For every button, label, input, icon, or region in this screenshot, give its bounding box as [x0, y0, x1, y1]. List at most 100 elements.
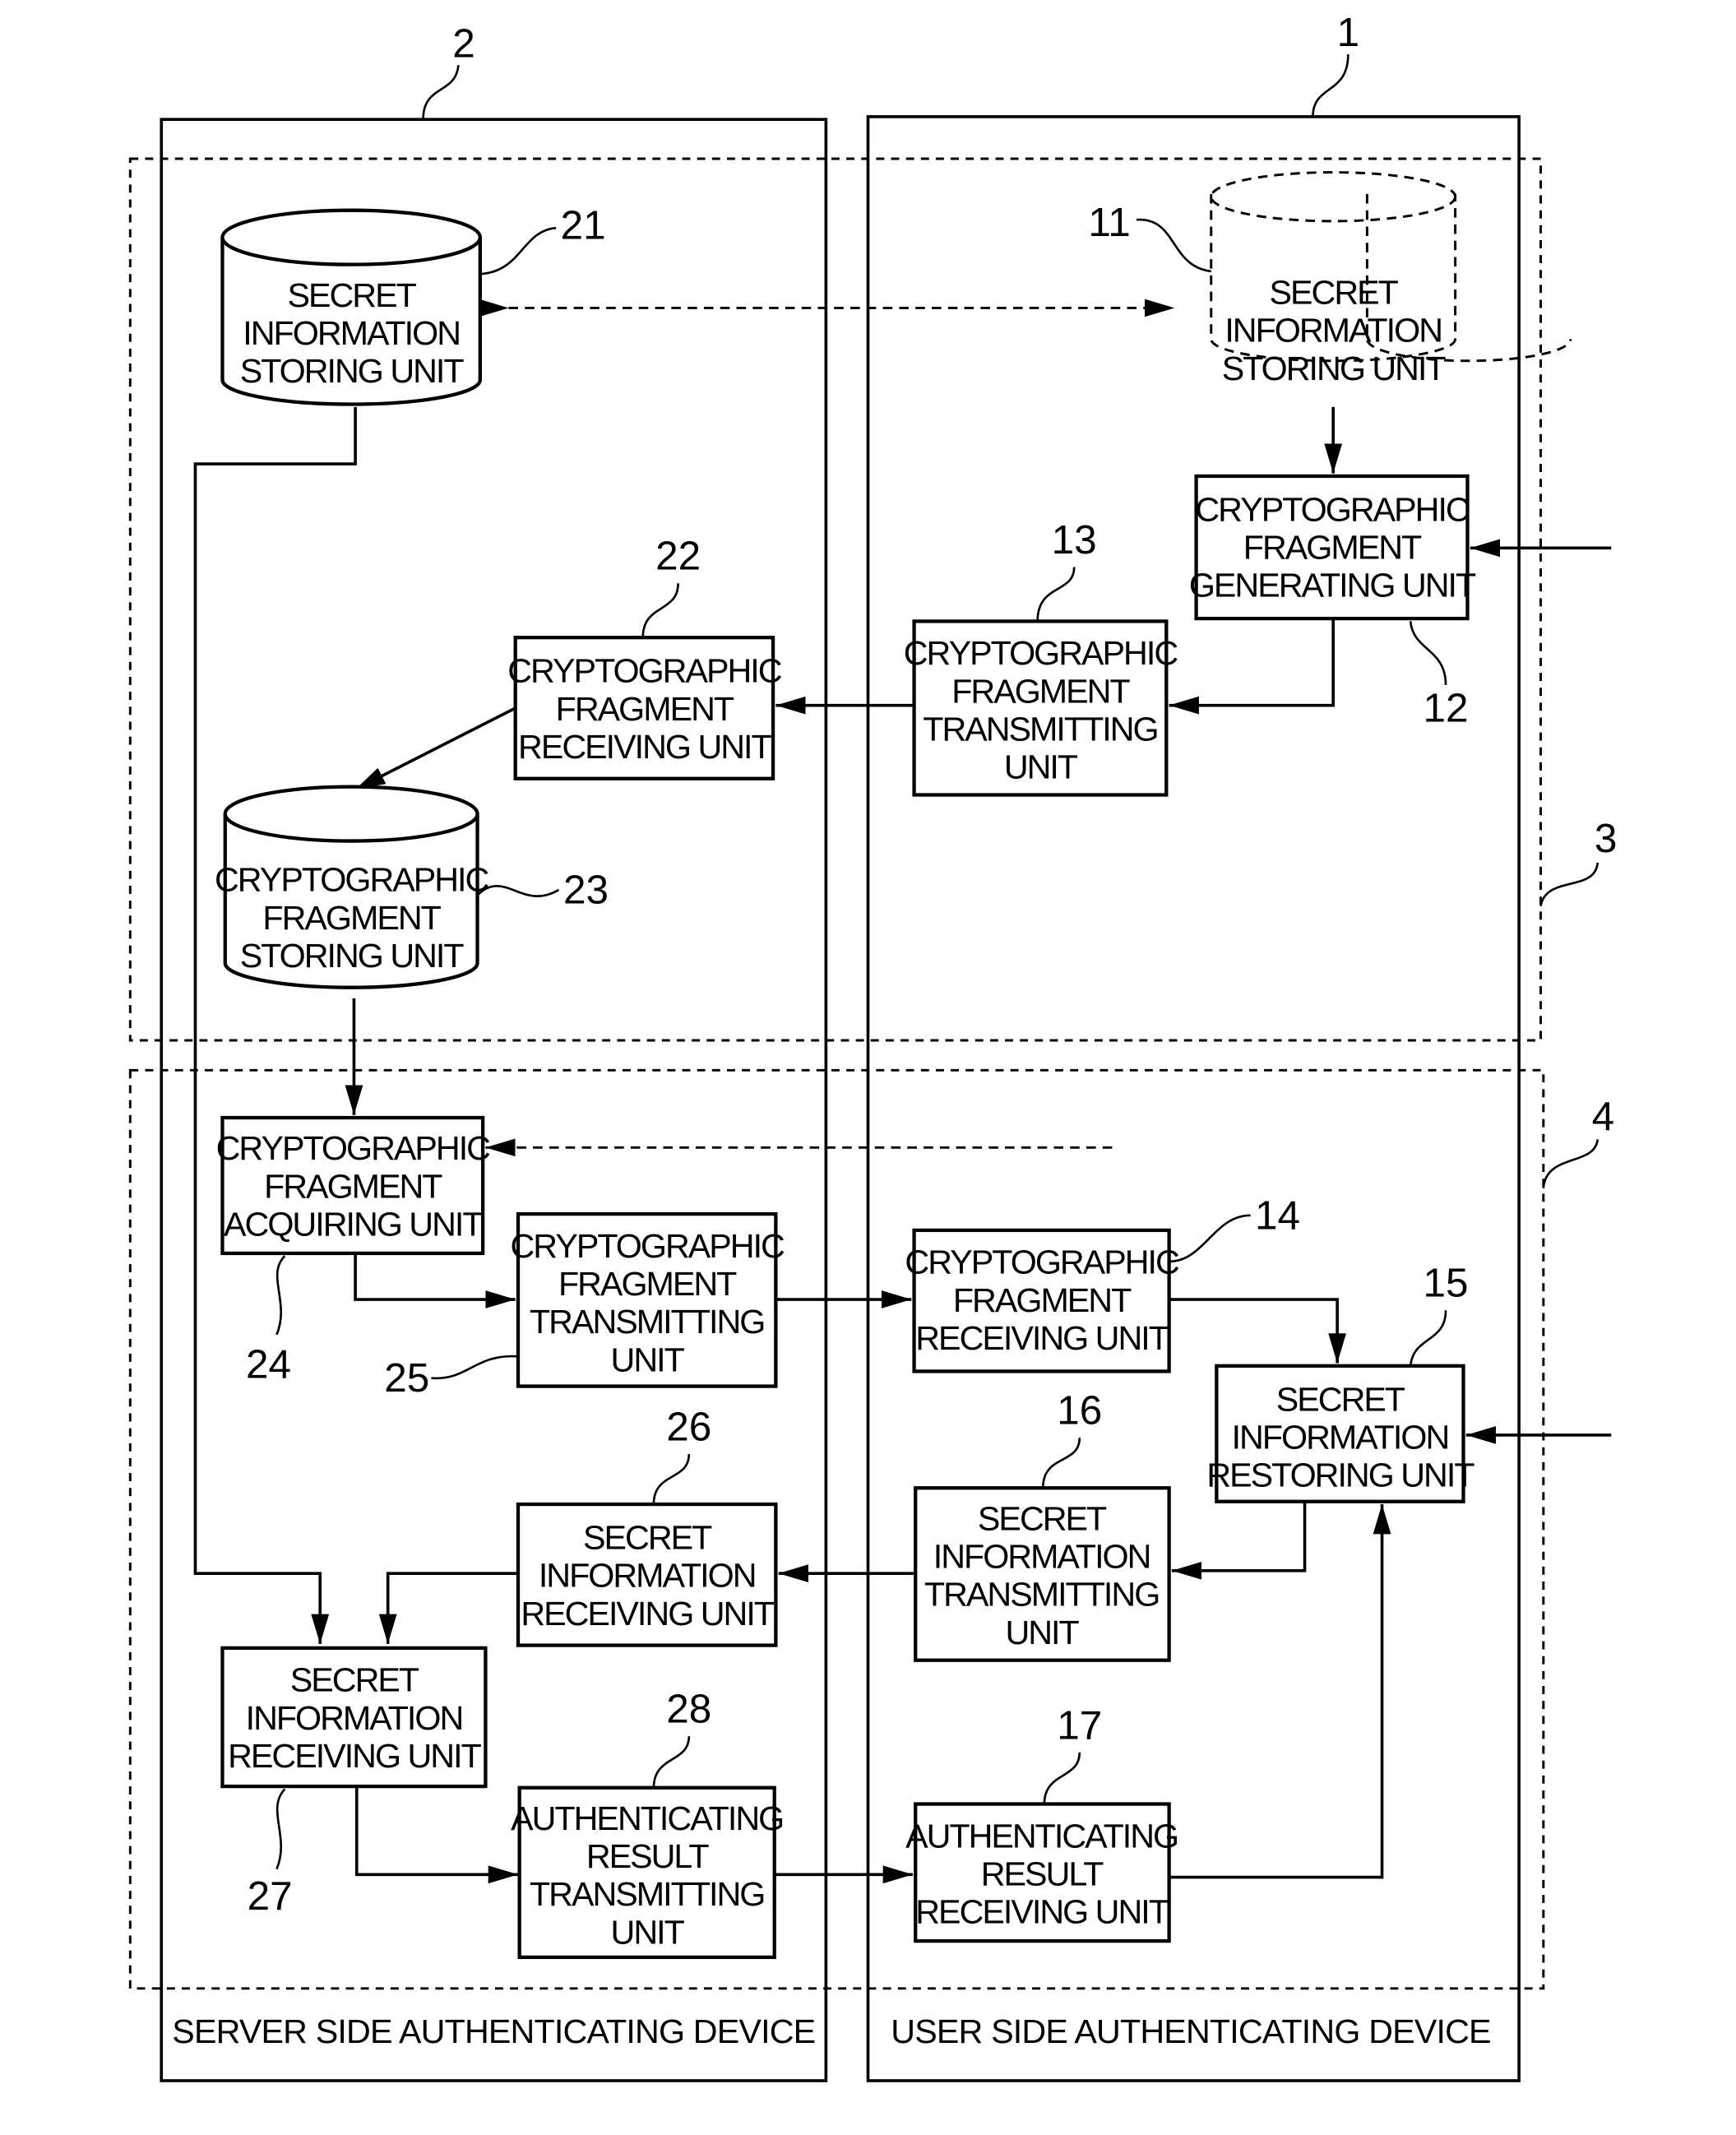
- unit-15-leader: [1409, 1310, 1447, 1366]
- svg-text:SECRET: SECRET: [1276, 1380, 1405, 1418]
- svg-text:CRYPTOGRAPHIC: CRYPTOGRAPHIC: [904, 634, 1178, 672]
- svg-text:INFORMATION: INFORMATION: [243, 314, 460, 352]
- unit-25-ref: 25: [384, 1355, 429, 1401]
- svg-text:SECRET: SECRET: [978, 1499, 1107, 1537]
- svg-text:INFORMATION: INFORMATION: [933, 1538, 1150, 1576]
- authenticating-result-receiving-unit-17: AUTHENTICATING RESULT RECEIVING UNIT: [905, 1802, 1179, 1943]
- unit-23-ref: 23: [563, 867, 609, 912]
- secret-information-transmitting-unit-16: SECRET INFORMATION TRANSMITTING UNIT: [914, 1486, 1171, 1662]
- svg-text:GENERATING UNIT: GENERATING UNIT: [1189, 567, 1476, 604]
- server-device-label: SERVER SIDE AUTHENTICATING DEVICE: [172, 2012, 815, 2050]
- svg-text:UNIT: UNIT: [611, 1341, 685, 1378]
- svg-text:SECRET: SECRET: [1270, 273, 1399, 311]
- server-device-leader: [422, 65, 460, 120]
- svg-text:UNIT: UNIT: [1004, 748, 1078, 786]
- unit-27-leader: [275, 1788, 286, 1870]
- cryptographic-fragment-acquiring-unit-24: CRYPTOGRAPHIC FRAGMENT ACQUIRING UNIT: [216, 1115, 492, 1256]
- svg-text:UNIT: UNIT: [1005, 1614, 1079, 1651]
- cryptographic-fragment-storing-unit-23: CRYPTOGRAPHIC FRAGMENT STORING UNIT: [215, 785, 491, 989]
- svg-text:TRANSMITTING: TRANSMITTING: [924, 1576, 1159, 1614]
- svg-text:RESULT: RESULT: [586, 1837, 709, 1875]
- svg-text:SECRET: SECRET: [287, 276, 416, 314]
- user-device-label: USER SIDE AUTHENTICATING DEVICE: [891, 2012, 1490, 2050]
- svg-text:RECEIVING UNIT: RECEIVING UNIT: [518, 728, 771, 766]
- unit-13-ref: 13: [1052, 517, 1097, 563]
- unit-21-leader: [479, 226, 557, 276]
- svg-text:FRAGMENT: FRAGMENT: [556, 690, 734, 728]
- arrow-12-to-13: [1169, 618, 1335, 715]
- svg-text:CRYPTOGRAPHIC: CRYPTOGRAPHIC: [215, 861, 489, 899]
- unit-23-leader: [476, 885, 560, 897]
- unit-28-ref: 28: [666, 1687, 711, 1732]
- svg-text:AUTHENTICATING: AUTHENTICATING: [905, 1817, 1178, 1855]
- svg-text:FRAGMENT: FRAGMENT: [264, 1167, 442, 1205]
- line-21-to-27: [193, 406, 357, 1644]
- unit-16-ref: 16: [1057, 1388, 1102, 1433]
- unit-11-leader: [1136, 218, 1211, 273]
- group-3-ref: 3: [1595, 816, 1618, 861]
- svg-text:RECEIVING UNIT: RECEIVING UNIT: [228, 1737, 481, 1775]
- svg-text:CRYPTOGRAPHIC: CRYPTOGRAPHIC: [1195, 490, 1470, 528]
- svg-text:FRAGMENT: FRAGMENT: [953, 1281, 1132, 1319]
- svg-text:INFORMATION: INFORMATION: [1224, 312, 1442, 350]
- svg-text:TRANSMITTING: TRANSMITTING: [530, 1875, 764, 1913]
- secret-information-restoring-unit-15: SECRET INFORMATION RESTORING UNIT: [1206, 1364, 1476, 1503]
- svg-text:INFORMATION: INFORMATION: [539, 1557, 756, 1595]
- unit-14-leader: [1169, 1214, 1251, 1263]
- authentication-system-diagram: 2 1 3 4 SERVER SIDE AUTHENTICATING DEVIC…: [128, 10, 1618, 2082]
- svg-text:AUTHENTICATING: AUTHENTICATING: [511, 1799, 783, 1837]
- unit-11-ref: 11: [1088, 200, 1130, 245]
- cryptographic-fragment-receiving-unit-22: CRYPTOGRAPHIC FRAGMENT RECEIVING UNIT: [507, 636, 784, 780]
- unit-14-ref: 14: [1255, 1193, 1300, 1238]
- svg-text:RECEIVING UNIT: RECEIVING UNIT: [521, 1595, 774, 1633]
- arrow-26-to-27: [378, 1572, 519, 1644]
- cryptographic-fragment-transmitting-unit-13: CRYPTOGRAPHIC FRAGMENT TRANSMITTING UNIT: [904, 619, 1179, 797]
- unit-21-ref: 21: [561, 202, 606, 248]
- unit-12-ref: 12: [1424, 685, 1469, 730]
- unit-28-leader: [652, 1735, 691, 1788]
- unit-17-ref: 17: [1057, 1702, 1102, 1748]
- arrow-14-to-15: [1169, 1298, 1347, 1364]
- cryptographic-fragment-receiving-unit-14: CRYPTOGRAPHIC FRAGMENT RECEIVING UNIT: [905, 1228, 1181, 1373]
- svg-text:CRYPTOGRAPHIC: CRYPTOGRAPHIC: [216, 1129, 491, 1167]
- cryptographic-fragment-transmitting-unit-25: CRYPTOGRAPHIC FRAGMENT TRANSMITTING UNIT: [511, 1211, 786, 1388]
- unit-13-leader: [1036, 567, 1076, 622]
- svg-text:INFORMATION: INFORMATION: [246, 1699, 463, 1737]
- svg-text:INFORMATION: INFORMATION: [1232, 1418, 1449, 1456]
- cryptographic-fragment-generating-unit-12: CRYPTOGRAPHIC FRAGMENT GENERATING UNIT: [1189, 474, 1478, 621]
- unit-22-leader: [641, 583, 679, 638]
- unit-24-ref: 24: [246, 1342, 291, 1387]
- unit-17-leader: [1043, 1752, 1081, 1804]
- arrow-24-to-25: [354, 1253, 516, 1308]
- unit-16-leader: [1041, 1438, 1081, 1489]
- svg-text:RECEIVING UNIT: RECEIVING UNIT: [915, 1893, 1169, 1931]
- svg-text:SECRET: SECRET: [290, 1661, 419, 1699]
- group-4-ref: 4: [1592, 1094, 1615, 1139]
- unit-24-leader: [275, 1255, 286, 1336]
- unit-12-leader: [1409, 621, 1447, 685]
- secret-information-storing-unit-21: SECRET INFORMATION STORING UNIT: [220, 208, 482, 406]
- unit-15-ref: 15: [1424, 1261, 1469, 1306]
- svg-text:CRYPTOGRAPHIC: CRYPTOGRAPHIC: [905, 1243, 1179, 1281]
- server-device-ref: 2: [452, 21, 475, 66]
- svg-text:FRAGMENT: FRAGMENT: [558, 1265, 737, 1303]
- svg-text:RESULT: RESULT: [981, 1855, 1104, 1892]
- arrow-27-to-28: [354, 1786, 519, 1884]
- svg-text:FRAGMENT: FRAGMENT: [262, 899, 441, 937]
- authenticating-result-transmitting-unit-28: AUTHENTICATING RESULT TRANSMITTING UNIT: [511, 1785, 785, 1960]
- secret-information-storing-unit-11: SECRET INFORMATION STORING UNIT: [1210, 171, 1572, 387]
- unit-26-ref: 26: [666, 1405, 711, 1450]
- svg-text:TRANSMITTING: TRANSMITTING: [530, 1303, 764, 1341]
- svg-text:CRYPTOGRAPHIC: CRYPTOGRAPHIC: [507, 652, 782, 690]
- secret-information-receiving-unit-27: SECRET INFORMATION RECEIVING UNIT: [220, 1646, 488, 1789]
- svg-text:FRAGMENT: FRAGMENT: [1243, 529, 1422, 567]
- arrow-17-to-15: [1169, 1504, 1391, 1879]
- svg-text:STORING UNIT: STORING UNIT: [240, 937, 465, 975]
- svg-text:TRANSMITTING: TRANSMITTING: [923, 711, 1157, 748]
- svg-text:SECRET: SECRET: [583, 1518, 712, 1556]
- unit-22-ref: 22: [655, 534, 701, 579]
- arrow-15-to-16: [1171, 1501, 1307, 1580]
- unit-26-leader: [652, 1453, 691, 1505]
- svg-text:ACQUIRING UNIT: ACQUIRING UNIT: [224, 1206, 483, 1243]
- group-4-leader: [1542, 1139, 1599, 1188]
